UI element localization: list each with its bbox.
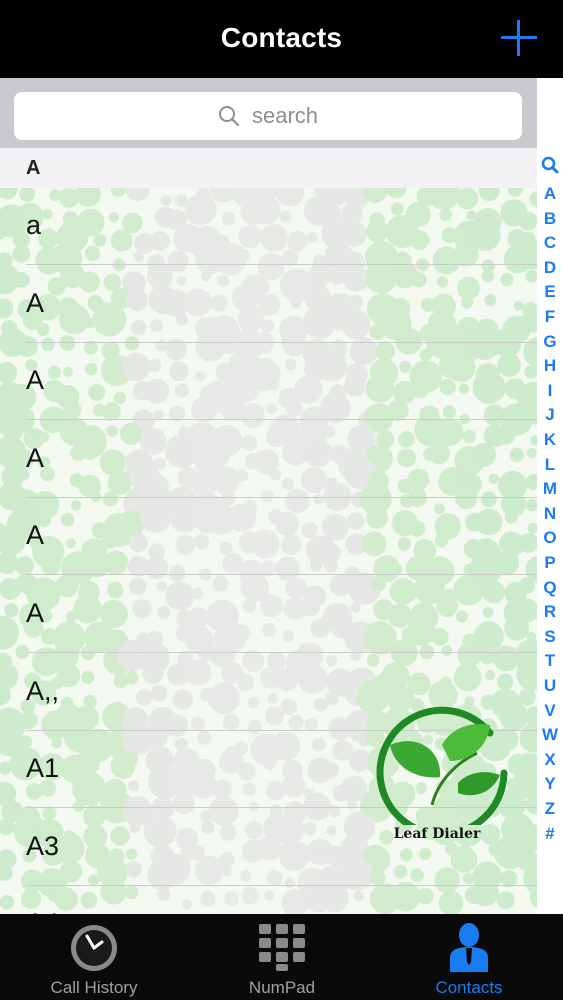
tab-label: NumPad: [248, 978, 316, 997]
leaf-dialer-logo: Leaf Dialer: [362, 695, 512, 855]
index-letter[interactable]: N: [537, 502, 563, 526]
index-letter[interactable]: K: [537, 428, 563, 452]
contact-name: a: [26, 210, 42, 240]
leaf-logo-icon: [376, 706, 508, 838]
tab-contacts[interactable]: Contacts: [375, 914, 563, 1000]
contact-name: A: [26, 520, 45, 551]
tab-label: Contacts: [435, 978, 503, 997]
index-letter[interactable]: Z: [537, 797, 563, 821]
search-placeholder: search: [251, 103, 319, 128]
index-letter[interactable]: O: [537, 526, 563, 550]
contact-name: A: [26, 442, 45, 473]
index-letter[interactable]: U: [537, 674, 563, 698]
contact-name: A: [26, 287, 45, 318]
index-letter[interactable]: W: [537, 723, 563, 747]
index-letter[interactable]: A: [537, 182, 563, 206]
contact-row[interactable]: A: [0, 576, 537, 653]
logo-text: Leaf Dialer: [393, 826, 481, 842]
contact-row[interactable]: A: [0, 498, 537, 576]
index-letter[interactable]: T: [537, 649, 563, 673]
index-letter[interactable]: D: [537, 256, 563, 280]
contact-row[interactable]: A: [0, 343, 537, 421]
search-input[interactable]: search: [14, 92, 522, 140]
tab-bar: Call History NumPad Contacts: [0, 914, 563, 1000]
contact-row[interactable]: A: [0, 421, 537, 498]
index-letter[interactable]: Y: [537, 772, 563, 796]
index-letter[interactable]: B: [537, 207, 563, 231]
contact-name: A,,: [26, 675, 60, 706]
index-letter[interactable]: G: [537, 330, 563, 354]
index-letter[interactable]: H: [537, 354, 563, 378]
index-letter[interactable]: #: [537, 822, 563, 846]
contact-name: A: [26, 365, 45, 396]
index-letter[interactable]: Q: [537, 576, 563, 600]
section-header: A: [0, 148, 537, 188]
section-index-bar[interactable]: A B C D E F G H I J K L M N O P Q R S T U V W X Y Z #: [537, 148, 563, 914]
contact-row[interactable]: A4: [0, 886, 537, 914]
contact-name: A1: [26, 753, 60, 784]
contact-name: A3: [26, 830, 60, 861]
index-letter[interactable]: J: [537, 403, 563, 427]
index-letter[interactable]: S: [537, 625, 563, 649]
index-letter[interactable]: C: [537, 231, 563, 255]
tab-call-history[interactable]: Call History: [0, 914, 188, 1000]
tab-label: Call History: [50, 978, 138, 997]
clock-icon: [68, 922, 120, 979]
index-letter[interactable]: F: [537, 305, 563, 329]
contact-row[interactable]: A: [0, 266, 537, 343]
nav-bar: Contacts: [0, 0, 563, 78]
tab-numpad[interactable]: NumPad: [188, 914, 376, 1000]
index-letter[interactable]: X: [537, 748, 563, 772]
search-bar: search: [0, 78, 537, 148]
search-icon: [218, 105, 240, 127]
index-letter[interactable]: P: [537, 551, 563, 575]
index-search-icon[interactable]: [541, 156, 559, 179]
add-contact-button[interactable]: [501, 20, 537, 56]
page-title: Contacts: [220, 22, 343, 53]
contact-row[interactable]: a: [0, 188, 537, 265]
index-letter[interactable]: R: [537, 600, 563, 624]
index-letter[interactable]: E: [537, 280, 563, 304]
index-letter[interactable]: V: [537, 699, 563, 723]
contact-name: A: [26, 598, 45, 628]
index-letter[interactable]: L: [537, 453, 563, 477]
index-letter[interactable]: M: [537, 477, 563, 501]
index-letter[interactable]: I: [537, 379, 563, 403]
keypad-icon: [257, 922, 307, 977]
person-icon: [447, 922, 491, 979]
